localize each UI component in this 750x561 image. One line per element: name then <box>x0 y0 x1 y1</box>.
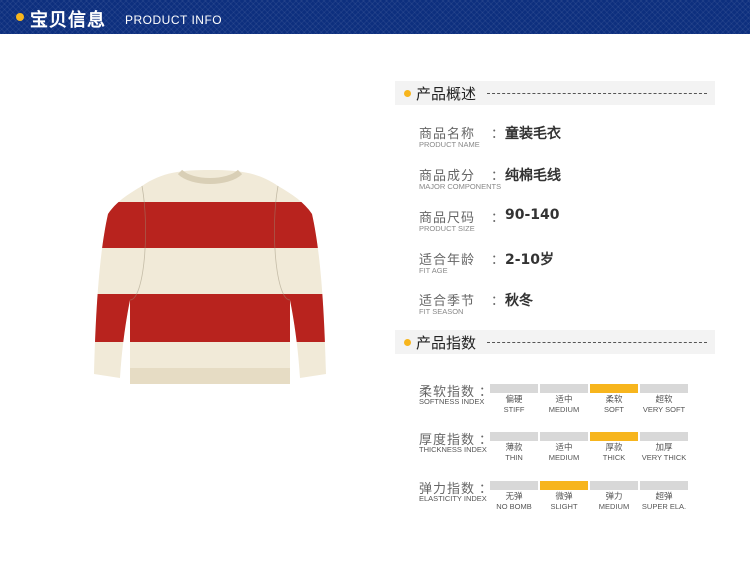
info-sublabel: MAJOR COMPONENTS <box>419 182 502 191</box>
index-option-cn: 偏硬 <box>505 395 523 405</box>
index-row-thickness: 厚度指数 THICKNESS INDEX ： 薄款 THIN 适中 MEDIUM 厚款 T… <box>419 429 719 465</box>
index-segment-selected <box>540 481 588 490</box>
index-option: 柔软 SOFT <box>588 395 640 415</box>
sweater-stripe-lower <box>94 294 326 342</box>
index-option: 厚款 THICK <box>588 443 640 463</box>
index-option: 弹力 MEDIUM <box>588 492 640 512</box>
index-sublabel: THICKNESS INDEX <box>419 445 487 454</box>
index-option: 加厚 VERY THICK <box>638 443 690 463</box>
info-row-name: 商品名称 PRODUCT NAME ： 童装毛衣 <box>419 123 719 157</box>
index-segment <box>640 481 688 490</box>
colon: ： <box>491 294 505 309</box>
index-segment-selected <box>590 432 638 441</box>
index-option: 适中 MEDIUM <box>538 443 590 463</box>
index-option-cn: 加厚 <box>655 443 673 453</box>
index-segment <box>490 384 538 393</box>
sweater-cream-base <box>94 170 326 384</box>
index-segment <box>490 432 538 441</box>
colon: ： <box>491 169 505 184</box>
info-sublabel: FIT SEASON <box>419 307 464 316</box>
index-section-header: 产品指数 <box>395 330 715 354</box>
dashed-divider <box>487 342 707 343</box>
sweater-stripe-upper <box>94 202 326 248</box>
index-option-en: SOFT <box>604 405 624 414</box>
info-row-age: 适合年龄 FIT AGE ： 2-10岁 <box>419 249 719 283</box>
index-option-cn: 无弹 <box>505 492 523 502</box>
index-option-en: VERY THICK <box>641 453 687 462</box>
index-option: 适中 MEDIUM <box>538 395 590 415</box>
index-row-softness: 柔软指数 SOFTNESS INDEX ： 偏硬 STIFF 适中 MEDIUM 柔软 S… <box>419 381 719 417</box>
info-row-components: 商品成分 MAJOR COMPONENTS ： 纯棉毛线 <box>419 165 719 199</box>
index-option-en: MEDIUM <box>598 502 630 511</box>
colon: ： <box>491 253 505 268</box>
banner-subtitle: PRODUCT INFO <box>125 13 223 27</box>
info-row-size: 商品尺码 PRODUCT SIZE ： 90-140 <box>419 207 719 241</box>
index-option-en: MEDIUM <box>548 405 580 414</box>
index-option-cn: 弹力 <box>605 492 623 502</box>
index-option-cn: 微弹 <box>555 492 573 502</box>
index-sublabel: SOFTNESS INDEX <box>419 397 485 406</box>
index-sublabel: ELASTICITY INDEX <box>419 494 487 503</box>
index-segment <box>590 481 638 490</box>
index-option: 超软 VERY SOFT <box>638 395 690 415</box>
overview-section-header: 产品概述 <box>395 81 715 105</box>
index-option-en: NO BOMB <box>496 502 532 511</box>
index-option: 微弹 SLIGHT <box>538 492 590 512</box>
index-option-cn: 超弹 <box>655 492 673 502</box>
info-sublabel: FIT AGE <box>419 266 448 275</box>
index-segment <box>640 384 688 393</box>
index-segment <box>540 384 588 393</box>
banner-title: 宝贝信息 <box>30 10 106 31</box>
info-value: 90-140 <box>505 207 560 223</box>
info-sublabel: PRODUCT SIZE <box>419 224 475 233</box>
index-row-elasticity: 弹力指数 ELASTICITY INDEX ： 无弹 NO BOMB 微弹 SLIGH… <box>419 478 719 514</box>
index-title: 产品指数 <box>416 334 477 352</box>
index-option-en: THIN <box>505 453 523 462</box>
index-option-cn: 厚款 <box>605 443 623 453</box>
index-option-en: THICK <box>602 453 626 462</box>
index-option-cn: 超软 <box>655 395 673 405</box>
banner-bullet-icon <box>16 13 24 21</box>
overview-title: 产品概述 <box>416 85 477 103</box>
index-option-en: SUPER ELA. <box>641 502 687 511</box>
index-option: 超弹 SUPER ELA. <box>638 492 690 512</box>
info-value: 纯棉毛线 <box>505 168 561 184</box>
index-option: 偏硬 STIFF <box>488 395 540 415</box>
info-row-season: 适合季节 FIT SEASON ： 秋冬 <box>419 290 719 324</box>
index-option-cn: 适中 <box>555 395 573 405</box>
index-segment-selected <box>590 384 638 393</box>
index-option-cn: 适中 <box>555 443 573 453</box>
info-sublabel: PRODUCT NAME <box>419 140 480 149</box>
index-bullet-icon <box>404 339 411 346</box>
index-option-cn: 柔软 <box>605 395 623 405</box>
index-option-en: SLIGHT <box>550 502 578 511</box>
info-value: 童装毛衣 <box>505 126 561 142</box>
index-segment <box>490 481 538 490</box>
overview-bullet-icon <box>404 90 411 97</box>
index-segment <box>640 432 688 441</box>
index-option-en: VERY SOFT <box>642 405 686 414</box>
colon: ： <box>491 127 505 142</box>
header-banner: 宝贝信息 PRODUCT INFO <box>0 0 750 34</box>
dashed-divider <box>487 93 707 94</box>
index-option: 薄款 THIN <box>488 443 540 463</box>
index-option-en: STIFF <box>503 405 525 414</box>
index-segment <box>540 432 588 441</box>
info-value: 2-10岁 <box>505 252 555 268</box>
sweater-hem <box>130 368 290 384</box>
info-value: 秋冬 <box>505 293 533 309</box>
index-option-en: MEDIUM <box>548 453 580 462</box>
index-option: 无弹 NO BOMB <box>488 492 540 512</box>
index-option-cn: 薄款 <box>505 443 523 453</box>
colon: ： <box>491 211 505 226</box>
sweater-product-image <box>94 169 326 384</box>
